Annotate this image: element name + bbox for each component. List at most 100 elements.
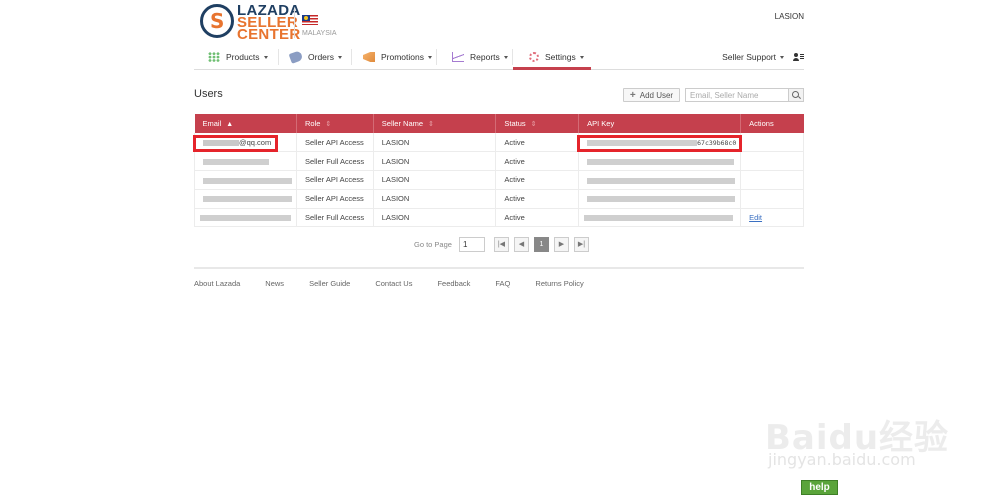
prev-page-icon: ◀ — [518, 241, 525, 248]
page-button-current[interactable]: 1 — [533, 236, 549, 252]
table-row: Seller API Access LASION Active — [194, 170, 804, 190]
lazada-logo-icon[interactable]: S — [200, 4, 234, 38]
col-email[interactable]: Email ▲ — [194, 114, 297, 133]
page-number-input[interactable] — [458, 236, 485, 252]
nav-promotions[interactable]: Promotions — [363, 44, 432, 70]
redacted-text — [584, 215, 734, 222]
nav-promotions-label: Promotions — [381, 52, 424, 62]
actions-cell — [740, 170, 804, 190]
next-page-button[interactable]: ▶ — [553, 236, 569, 252]
active-tab-indicator — [513, 67, 591, 70]
role-cell: Seller Full Access — [296, 151, 374, 172]
search-icon[interactable] — [788, 88, 804, 102]
seller-cell: LASION — [373, 133, 497, 153]
role-cell: Seller API Access — [296, 170, 374, 190]
chevron-down-icon — [579, 55, 584, 59]
role-cell: Seller API Access — [296, 133, 374, 153]
plus-icon: + — [629, 89, 636, 101]
footer-link-feedback[interactable]: Feedback — [437, 279, 470, 288]
nav-products[interactable]: Products — [208, 44, 268, 70]
col-api-key: API Key — [578, 114, 742, 133]
edit-link[interactable]: Edit — [749, 213, 762, 222]
nav-reports[interactable]: Reports — [452, 44, 508, 70]
redacted-text — [587, 177, 736, 184]
sort-asc-icon: ▲ — [226, 121, 234, 128]
seller-cell: LASION — [373, 170, 497, 190]
chevron-down-icon — [337, 55, 342, 59]
status-cell: Active — [495, 170, 580, 190]
last-page-button[interactable]: ▶| — [573, 236, 589, 252]
api-key-cell — [578, 208, 742, 228]
redacted-text — [587, 139, 698, 146]
table-row: @qq.com Seller API Access LASION Active … — [194, 133, 804, 153]
nav-divider — [278, 49, 279, 65]
country-label: MALAYSIA — [302, 30, 337, 37]
chevron-down-icon — [780, 55, 784, 59]
user-list-icon[interactable] — [793, 53, 804, 61]
role-cell: Seller Full Access — [296, 208, 374, 228]
footer-link-seller-guide[interactable]: Seller Guide — [309, 279, 350, 288]
search-input[interactable] — [685, 88, 789, 102]
redacted-text — [203, 177, 292, 184]
nav-divider — [512, 49, 513, 65]
role-cell: Seller API Access — [296, 189, 374, 209]
email-cell — [194, 170, 297, 190]
email-cell — [194, 151, 297, 172]
nav-reports-label: Reports — [470, 52, 500, 62]
chevron-down-icon — [503, 55, 508, 59]
chevron-down-icon — [428, 55, 432, 59]
status-cell: Active — [495, 133, 580, 153]
col-seller-name[interactable]: Seller Name ⇕ — [373, 114, 497, 133]
nav-divider — [351, 49, 352, 65]
footer-link-returns[interactable]: Returns Policy — [535, 279, 583, 288]
prev-page-button[interactable]: ◀ — [513, 236, 529, 252]
email-cell: @qq.com — [194, 133, 297, 153]
api-key-cell: 67c39b68c0 — [578, 133, 742, 153]
col-status[interactable]: Status ⇕ — [495, 114, 580, 133]
next-page-icon: ▶ — [558, 241, 565, 248]
sort-icon: ⇕ — [530, 121, 537, 128]
help-button[interactable]: help — [801, 480, 838, 495]
first-page-icon: |◀ — [497, 241, 506, 248]
footer-link-contact[interactable]: Contact Us — [375, 279, 412, 288]
gear-icon — [529, 52, 539, 62]
api-key-cell — [578, 189, 742, 209]
actions-cell — [740, 151, 804, 172]
table-row: Seller API Access LASION Active — [194, 189, 804, 209]
tag-icon — [288, 50, 304, 64]
seller-cell: LASION — [373, 151, 497, 172]
add-user-button[interactable]: + Add User — [623, 88, 680, 102]
seller-cell: LASION — [373, 189, 497, 209]
go-to-page-label: Go to Page — [414, 239, 452, 249]
brand-name: LAZADA SELLER CENTER — [237, 3, 300, 42]
seller-support-menu[interactable]: Seller Support — [722, 44, 804, 70]
account-name[interactable]: LASION — [775, 12, 804, 21]
redacted-text — [203, 139, 239, 146]
sort-icon: ⇕ — [428, 121, 434, 128]
footer-links: About Lazada News Seller Guide Contact U… — [194, 279, 609, 288]
redacted-text — [587, 158, 735, 165]
redacted-text — [203, 158, 269, 165]
footer-link-faq[interactable]: FAQ — [495, 279, 510, 288]
baidu-watermark-url: jingyan.baidu.com — [768, 450, 916, 469]
col-role[interactable]: Role ⇕ — [296, 114, 374, 133]
page-title: Users — [194, 88, 223, 100]
actions-cell — [740, 133, 804, 153]
first-page-button[interactable]: |◀ — [493, 236, 509, 252]
chevron-down-icon — [263, 55, 268, 59]
footer-link-news[interactable]: News — [265, 279, 284, 288]
seller-support-label: Seller Support — [722, 52, 776, 62]
sort-icon: ⇕ — [325, 121, 332, 128]
malaysia-flag-icon — [302, 15, 318, 25]
page: S LAZADA SELLER CENTER MALAYSIA LASION P… — [0, 0, 1000, 495]
redacted-text — [200, 215, 291, 222]
actions-cell: Edit — [740, 208, 804, 228]
megaphone-icon — [363, 52, 375, 62]
main-nav: Products Orders Promotions Reports Setti… — [194, 44, 804, 70]
nav-orders[interactable]: Orders — [288, 44, 342, 70]
footer-link-about[interactable]: About Lazada — [194, 279, 240, 288]
api-key-cell — [578, 151, 742, 172]
last-page-icon: ▶| — [577, 241, 586, 248]
table-header-row: Email ▲ Role ⇕ Seller Name ⇕ Status ⇕ API Ke… — [194, 114, 804, 133]
nav-divider — [436, 49, 437, 65]
